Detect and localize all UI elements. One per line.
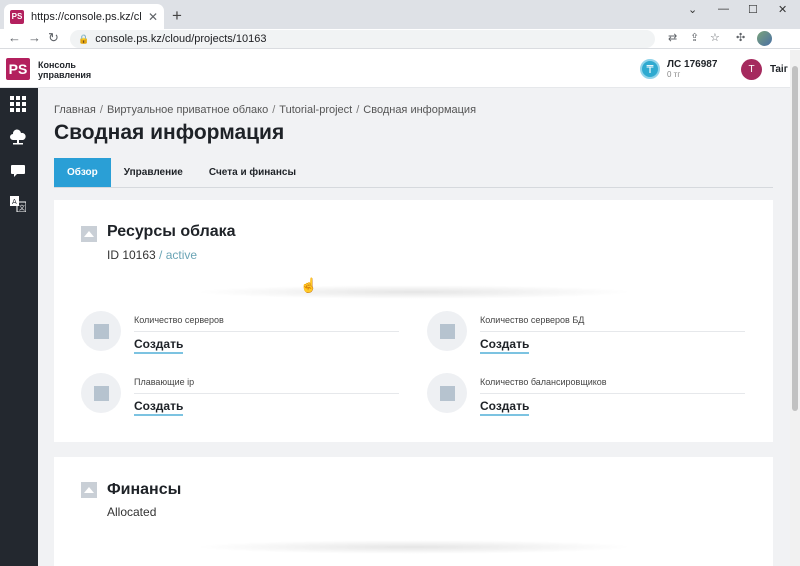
browser-toolbar: ← → ↻ 🔒 console.ps.kz/cloud/projects/101… [0,29,800,49]
user-avatar[interactable]: T [741,59,762,80]
tab-bar: Обзор Управление Счета и финансы [54,158,773,188]
breadcrumb-project[interactable]: Tutorial-project [279,104,352,116]
tab-title: https://console.ps.kz/cloud/proje [31,10,141,23]
reload-icon[interactable]: ↻ [48,30,59,46]
create-balancer-link[interactable]: Создать [480,399,530,416]
resource-label: Количество балансировщиков [480,377,745,394]
svg-text:文: 文 [19,204,25,212]
new-tab-button[interactable]: + [172,6,182,26]
close-window-button[interactable]: ✕ [778,3,787,16]
logo-line-2: управления [38,70,92,80]
minimize-button[interactable]: — [718,3,729,15]
profile-avatar[interactable] [757,31,772,46]
breadcrumb-home[interactable]: Главная [54,104,96,116]
logo-text: Консоль управления [38,60,91,80]
tab-search-icon[interactable]: ⌄ [688,3,697,16]
project-status: / active [159,248,198,262]
project-id: ID 10163 [107,248,156,262]
ip-icon [81,373,121,413]
apps-grid-icon[interactable] [9,95,27,113]
forward-icon[interactable]: → [28,30,41,45]
divider [194,285,634,299]
share-icon[interactable]: ⇪ [690,31,699,44]
page-title: Сводная информация [54,121,285,144]
language-icon[interactable]: A文 [9,195,27,213]
resource-balancers: Количество балансировщиков Создать [427,373,747,417]
tab-management[interactable]: Управление [111,158,196,187]
account-balance: 0 тг [667,70,681,79]
breadcrumb: Главная / Виртуальное приватное облако /… [54,104,476,116]
bookmark-star-icon[interactable]: ☆ [710,31,720,44]
lock-icon: 🔒 [78,33,90,44]
close-tab-icon[interactable]: ✕ [148,10,158,24]
finance-card: Финансы Allocated [54,457,773,566]
breadcrumb-vpc[interactable]: Виртуальное приватное облако [107,104,268,116]
resource-servers: Количество серверов Создать [81,311,401,355]
resource-floating-ip: Плавающие ip Создать [81,373,401,417]
resource-label: Плавающие ip [134,377,399,394]
tenge-icon[interactable]: ₸ [640,59,660,79]
app-header: PS Консоль управления ₸ ЛС 176987 0 тг T… [0,50,790,88]
database-icon [427,311,467,351]
hand-cursor-icon: ☝ [300,277,318,293]
balancer-icon [427,373,467,413]
breadcrumb-separator: / [356,104,360,116]
finance-subtitle: Allocated [107,505,157,519]
left-sidebar: A文 [0,88,38,566]
ps-logo[interactable]: PS [6,58,30,80]
scroll-thumb[interactable] [792,66,798,411]
finance-title: Финансы [107,481,182,498]
cloud-resources-card: Ресурсы облака ID 10163 / active Количес… [54,200,773,442]
translate-icon[interactable]: ⇄ [668,31,677,44]
logo-line-1: Консоль [38,60,76,70]
tab-overview[interactable]: Обзор [54,158,111,187]
divider [194,540,634,554]
chat-icon[interactable] [9,162,27,180]
breadcrumb-separator: / [272,104,276,116]
account-number[interactable]: ЛС 176987 [667,59,717,70]
browser-tab[interactable]: PS https://console.ps.kz/cloud/proje ✕ [4,4,164,29]
breadcrumb-separator: / [99,104,103,116]
resources-id: ID 10163 / active [107,248,197,262]
tab-billing[interactable]: Счета и финансы [196,158,309,187]
create-db-server-link[interactable]: Создать [480,337,530,354]
cloud-icon[interactable] [9,128,27,146]
svg-text:A: A [12,198,17,206]
page-scrollbar[interactable] [790,50,800,566]
collapse-finance-icon[interactable] [81,482,97,498]
resources-title: Ресурсы облака [107,223,236,240]
extensions-icon[interactable]: ✣ [736,31,745,44]
create-floating-ip-link[interactable]: Создать [134,399,184,416]
main-content: Главная / Виртуальное приватное облако /… [38,88,790,566]
server-icon [81,311,121,351]
address-bar[interactable]: 🔒 console.ps.kz/cloud/projects/10163 [70,30,655,48]
browser-tabstrip: PS https://console.ps.kz/cloud/proje ✕ +… [0,0,800,29]
address-url: console.ps.kz/cloud/projects/10163 [95,33,267,45]
back-icon[interactable]: ← [8,30,21,45]
favicon-icon: PS [10,9,24,24]
resource-label: Количество серверов БД [480,315,745,332]
resource-db-servers: Количество серверов БД Создать [427,311,747,355]
breadcrumb-current: Сводная информация [363,104,477,116]
maximize-button[interactable]: ☐ [748,3,758,16]
create-server-link[interactable]: Создать [134,337,184,354]
resource-label: Количество серверов [134,315,399,332]
user-name[interactable]: Taiг [770,64,788,75]
collapse-resources-icon[interactable] [81,226,97,242]
